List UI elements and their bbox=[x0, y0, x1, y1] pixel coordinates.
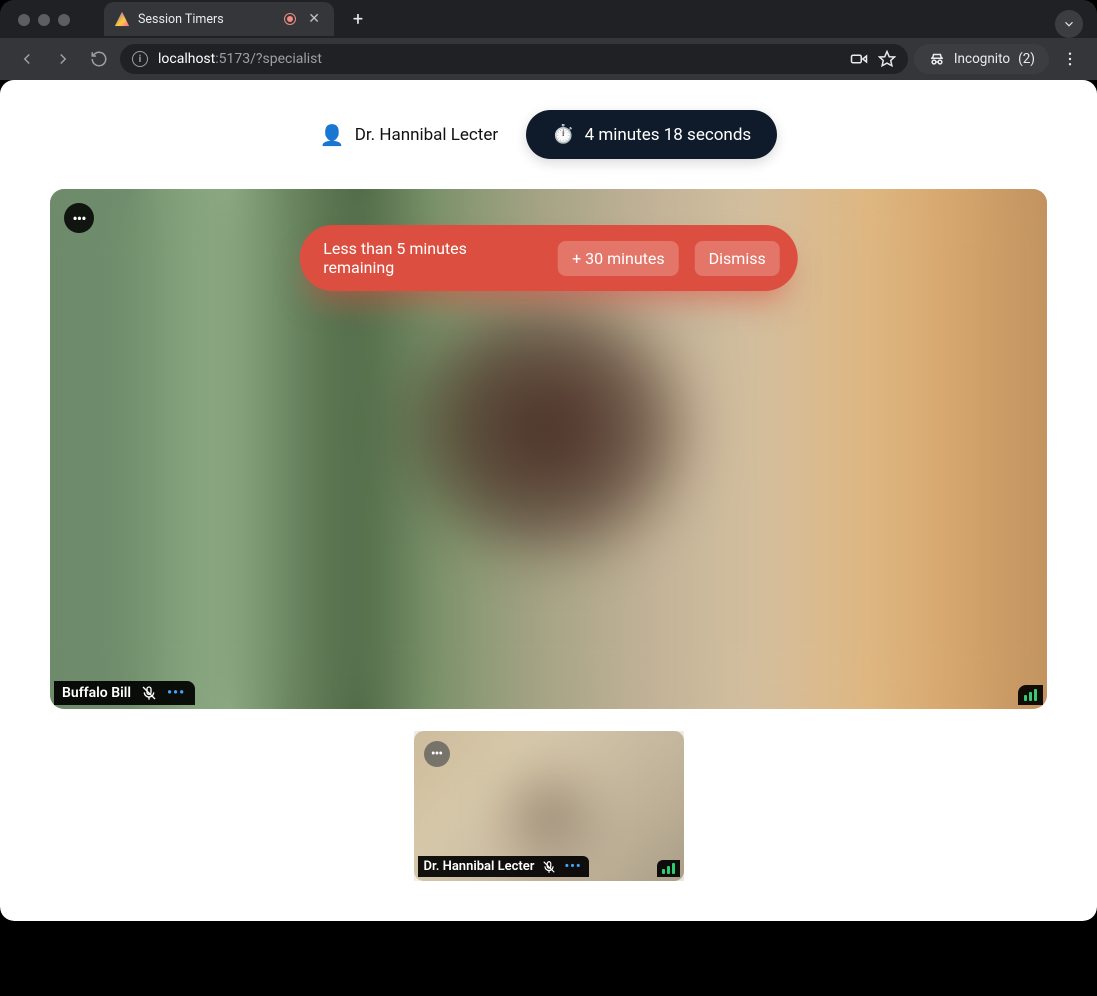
incognito-icon bbox=[928, 50, 946, 68]
reload-button[interactable] bbox=[84, 44, 114, 74]
self-signal-strength-icon bbox=[657, 860, 680, 877]
close-dot-icon[interactable] bbox=[18, 14, 30, 26]
mic-muted-icon bbox=[141, 685, 157, 701]
participant-name-chip: Buffalo Bill ••• bbox=[54, 681, 195, 705]
url-bar[interactable]: i localhost:5173/?specialist bbox=[120, 44, 908, 74]
incognito-count: (2) bbox=[1018, 51, 1035, 67]
tile-more-button[interactable]: ••• bbox=[64, 203, 94, 233]
browser-toolbar: i localhost:5173/?specialist Incognito (… bbox=[0, 38, 1097, 80]
tab-title: Session Timers bbox=[138, 12, 276, 27]
close-tab-icon[interactable]: ✕ bbox=[304, 11, 324, 27]
self-name: Dr. Hannibal Lecter bbox=[424, 859, 535, 874]
self-more-icon[interactable]: ••• bbox=[564, 859, 581, 874]
timer-text: 4 minutes 18 seconds bbox=[585, 125, 752, 145]
url-text: localhost:5173/?specialist bbox=[158, 51, 322, 67]
back-button[interactable] bbox=[12, 44, 42, 74]
user-silhouette-icon: 👤 bbox=[320, 123, 345, 147]
main-video-tile[interactable]: ••• Less than 5 minutes remaining + 30 m… bbox=[50, 189, 1047, 709]
participant-more-icon[interactable]: ••• bbox=[167, 685, 185, 701]
reload-icon bbox=[90, 50, 108, 68]
traffic-lights bbox=[18, 14, 70, 26]
current-user-label: 👤 Dr. Hannibal Lecter bbox=[320, 123, 498, 147]
zoom-dot-icon[interactable] bbox=[58, 14, 70, 26]
url-host: localhost bbox=[158, 51, 215, 67]
mic-muted-icon bbox=[542, 860, 556, 874]
bookmark-star-icon[interactable] bbox=[878, 50, 896, 68]
tabs-dropdown-button[interactable] bbox=[1055, 10, 1083, 38]
current-user-name: Dr. Hannibal Lecter bbox=[355, 125, 498, 145]
browser-menu-button[interactable] bbox=[1055, 44, 1085, 74]
chevron-down-icon bbox=[1062, 17, 1076, 31]
self-tile-more-button[interactable]: ••• bbox=[424, 741, 450, 767]
new-tab-button[interactable]: + bbox=[344, 5, 372, 33]
camera-permission-icon[interactable] bbox=[850, 50, 868, 68]
browser-tab[interactable]: Session Timers ✕ bbox=[104, 2, 334, 36]
url-path: :5173/?specialist bbox=[215, 51, 322, 67]
window-frame: Session Timers ✕ + i localhost:5173/?spe… bbox=[0, 0, 1097, 921]
forward-button[interactable] bbox=[48, 44, 78, 74]
tabs-row: Session Timers ✕ + bbox=[104, 0, 372, 38]
minimize-dot-icon[interactable] bbox=[38, 14, 50, 26]
titlebar: Session Timers ✕ + bbox=[0, 0, 1097, 38]
dismiss-button[interactable]: Dismiss bbox=[695, 241, 780, 276]
time-warning-message: Less than 5 minutes remaining bbox=[317, 239, 542, 277]
self-video-tile[interactable]: ••• Dr. Hannibal Lecter ••• bbox=[414, 731, 684, 881]
incognito-label: Incognito bbox=[954, 51, 1010, 67]
participant-name: Buffalo Bill bbox=[62, 685, 131, 701]
add-time-button[interactable]: + 30 minutes bbox=[558, 241, 679, 276]
stopwatch-icon: ⏱️ bbox=[552, 124, 574, 145]
arrow-left-icon bbox=[18, 50, 36, 68]
site-info-icon[interactable]: i bbox=[132, 51, 148, 67]
page-content: 👤 Dr. Hannibal Lecter ⏱️ 4 minutes 18 se… bbox=[0, 80, 1097, 921]
kebab-icon bbox=[1061, 50, 1079, 68]
session-header: 👤 Dr. Hannibal Lecter ⏱️ 4 minutes 18 se… bbox=[50, 110, 1047, 159]
incognito-indicator[interactable]: Incognito (2) bbox=[914, 44, 1049, 74]
recording-indicator-icon[interactable] bbox=[284, 13, 296, 25]
arrow-right-icon bbox=[54, 50, 72, 68]
vite-favicon-icon bbox=[115, 12, 129, 26]
time-warning-banner: Less than 5 minutes remaining + 30 minut… bbox=[299, 225, 798, 291]
signal-strength-icon bbox=[1018, 685, 1043, 705]
session-timer-pill: ⏱️ 4 minutes 18 seconds bbox=[526, 110, 777, 159]
self-name-chip: Dr. Hannibal Lecter ••• bbox=[418, 856, 590, 877]
